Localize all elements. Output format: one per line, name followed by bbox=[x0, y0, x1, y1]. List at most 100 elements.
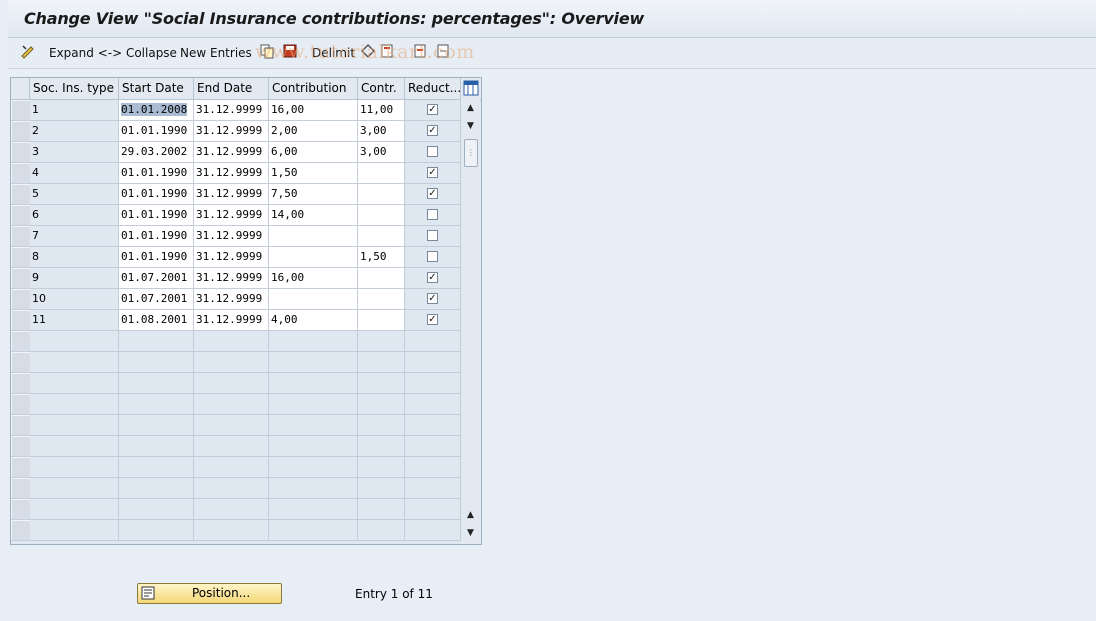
cell-start[interactable]: 01.07.2001 bbox=[119, 268, 194, 289]
row-selector[interactable] bbox=[11, 352, 31, 373]
row-selector[interactable] bbox=[11, 121, 31, 142]
cell-contribution[interactable]: 1,50 bbox=[269, 163, 358, 184]
cell-reduct[interactable]: ✓ bbox=[405, 121, 461, 142]
copy-icon[interactable] bbox=[259, 43, 275, 59]
cell-contribution[interactable]: 7,50 bbox=[269, 184, 358, 205]
cell-start[interactable]: 01.01.1990 bbox=[119, 121, 194, 142]
cell-start[interactable]: 29.03.2002 bbox=[119, 142, 194, 163]
expand-collapse-button[interactable]: Expand <-> Collapse bbox=[49, 44, 177, 62]
row-selector[interactable] bbox=[11, 289, 31, 310]
cell-start[interactable]: 01.01.1990 bbox=[119, 184, 194, 205]
select-all-icon[interactable] bbox=[380, 43, 396, 59]
cell-contr[interactable]: 11,00 bbox=[358, 100, 405, 121]
cell-reduct[interactable]: ✓ bbox=[405, 163, 461, 184]
row-selector[interactable] bbox=[11, 142, 31, 163]
change-display-icon[interactable] bbox=[20, 43, 36, 59]
cell-end[interactable]: 31.12.9999 bbox=[194, 289, 269, 310]
col-header-contr[interactable]: Contr. bbox=[358, 78, 405, 99]
row-selector[interactable] bbox=[11, 394, 31, 415]
cell-start[interactable]: 01.01.1990 bbox=[119, 247, 194, 268]
scroll-up-icon[interactable]: ▲ bbox=[461, 99, 480, 117]
cell-start[interactable]: 01.01.1990 bbox=[119, 205, 194, 226]
cell-reduct[interactable]: ✓ bbox=[405, 289, 461, 310]
scroll-down-icon[interactable]: ▼ bbox=[461, 117, 480, 135]
cell-end[interactable]: 31.12.9999 bbox=[194, 163, 269, 184]
deselect-all-icon[interactable] bbox=[436, 43, 452, 59]
cell-start[interactable]: 01.08.2001 bbox=[119, 310, 194, 331]
row-selector[interactable] bbox=[11, 100, 31, 121]
cell-end[interactable]: 31.12.9999 bbox=[194, 184, 269, 205]
cell-end[interactable]: 31.12.9999 bbox=[194, 226, 269, 247]
save-as-icon[interactable] bbox=[282, 43, 298, 59]
cell-reduct[interactable]: ✓ bbox=[405, 268, 461, 289]
reduct-checkbox[interactable]: ✓ bbox=[427, 272, 438, 283]
delimit-button[interactable]: Delimit bbox=[312, 44, 355, 62]
cell-contr[interactable] bbox=[358, 226, 405, 247]
cell-contr[interactable] bbox=[358, 163, 405, 184]
col-header-reduct[interactable]: Reduct... bbox=[405, 78, 461, 99]
cell-contr[interactable] bbox=[358, 289, 405, 310]
row-selector[interactable] bbox=[11, 499, 31, 520]
reduct-checkbox[interactable] bbox=[427, 230, 438, 241]
cell-end[interactable]: 31.12.9999 bbox=[194, 121, 269, 142]
table-settings-icon[interactable] bbox=[463, 80, 479, 96]
undo-change-icon[interactable] bbox=[360, 43, 376, 59]
cell-end[interactable]: 31.12.9999 bbox=[194, 268, 269, 289]
cell-start[interactable]: 01.01.1990 bbox=[119, 226, 194, 247]
cell-reduct[interactable] bbox=[405, 142, 461, 163]
cell-end[interactable]: 31.12.9999 bbox=[194, 310, 269, 331]
cell-contribution[interactable] bbox=[269, 226, 358, 247]
reduct-checkbox[interactable]: ✓ bbox=[427, 188, 438, 199]
select-block-icon[interactable] bbox=[413, 43, 429, 59]
row-selector[interactable] bbox=[11, 226, 31, 247]
cell-start[interactable]: 01.07.2001 bbox=[119, 289, 194, 310]
cell-contribution[interactable]: 14,00 bbox=[269, 205, 358, 226]
cell-reduct[interactable] bbox=[405, 205, 461, 226]
cell-contr[interactable]: 1,50 bbox=[358, 247, 405, 268]
scroll-page-up-icon[interactable]: ▲ bbox=[461, 506, 480, 524]
cell-reduct[interactable] bbox=[405, 226, 461, 247]
reduct-checkbox[interactable] bbox=[427, 209, 438, 220]
row-selector[interactable] bbox=[11, 205, 31, 226]
cell-contr[interactable]: 3,00 bbox=[358, 142, 405, 163]
cell-contr[interactable] bbox=[358, 205, 405, 226]
col-header-contribution[interactable]: Contribution bbox=[269, 78, 358, 99]
col-header-soc-ins-type[interactable]: Soc. Ins. type bbox=[30, 78, 119, 99]
row-selector[interactable] bbox=[11, 436, 31, 457]
cell-end[interactable]: 31.12.9999 bbox=[194, 142, 269, 163]
reduct-checkbox[interactable]: ✓ bbox=[427, 125, 438, 136]
reduct-checkbox[interactable] bbox=[427, 251, 438, 262]
cell-contr[interactable] bbox=[358, 268, 405, 289]
scroll-thumb[interactable]: ⋮ bbox=[464, 139, 478, 167]
cell-contribution[interactable] bbox=[269, 247, 358, 268]
cell-contribution[interactable]: 6,00 bbox=[269, 142, 358, 163]
cell-start[interactable]: 01.01.2008 bbox=[119, 100, 194, 121]
cell-reduct[interactable]: ✓ bbox=[405, 310, 461, 331]
cell-contribution[interactable]: 2,00 bbox=[269, 121, 358, 142]
cell-contribution[interactable]: 4,00 bbox=[269, 310, 358, 331]
row-selector[interactable] bbox=[11, 163, 31, 184]
cell-end[interactable]: 31.12.9999 bbox=[194, 247, 269, 268]
cell-start[interactable]: 01.01.1990 bbox=[119, 163, 194, 184]
vertical-scrollbar[interactable]: ▲ ▼ ⋮ ▲ ▼ bbox=[461, 99, 480, 544]
select-all-column-header[interactable] bbox=[11, 78, 30, 99]
position-button[interactable]: Position... bbox=[137, 583, 282, 604]
cell-contribution[interactable] bbox=[269, 289, 358, 310]
cell-end[interactable]: 31.12.9999 bbox=[194, 205, 269, 226]
cell-contr[interactable]: 3,00 bbox=[358, 121, 405, 142]
reduct-checkbox[interactable]: ✓ bbox=[427, 314, 438, 325]
reduct-checkbox[interactable]: ✓ bbox=[427, 104, 438, 115]
row-selector[interactable] bbox=[11, 184, 31, 205]
row-selector[interactable] bbox=[11, 457, 31, 478]
col-header-start-date[interactable]: Start Date bbox=[119, 78, 194, 99]
cell-contr[interactable] bbox=[358, 310, 405, 331]
row-selector[interactable] bbox=[11, 415, 31, 436]
col-header-end-date[interactable]: End Date bbox=[194, 78, 269, 99]
cell-contribution[interactable]: 16,00 bbox=[269, 100, 358, 121]
cell-reduct[interactable]: ✓ bbox=[405, 184, 461, 205]
reduct-checkbox[interactable]: ✓ bbox=[427, 293, 438, 304]
cell-end[interactable]: 31.12.9999 bbox=[194, 100, 269, 121]
row-selector[interactable] bbox=[11, 373, 31, 394]
cell-reduct[interactable]: ✓ bbox=[405, 100, 461, 121]
row-selector[interactable] bbox=[11, 478, 31, 499]
